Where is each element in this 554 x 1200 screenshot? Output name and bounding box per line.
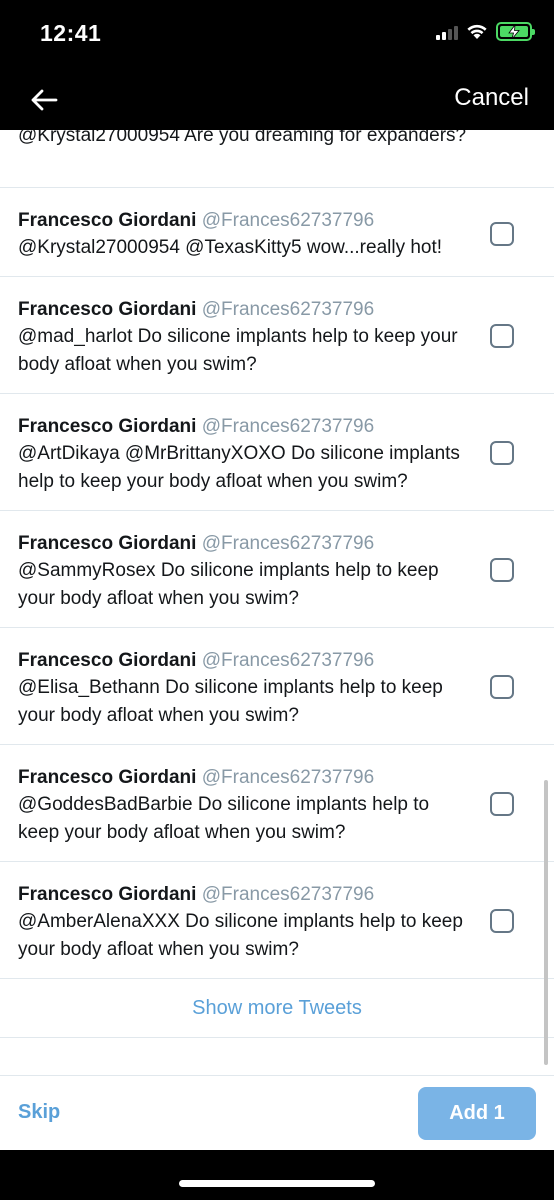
- author-name: Francesco Giordani: [18, 533, 197, 554]
- home-indicator[interactable]: [179, 1180, 375, 1187]
- tweet-item[interactable]: Francesco Giordani @Frances62737796 @Eli…: [0, 628, 554, 745]
- tweet-text: @Krystal27000954 Are you dreaming for ex…: [18, 130, 467, 146]
- author-handle: @Frances62737796: [201, 299, 375, 320]
- tweet-checkbox[interactable]: [490, 909, 514, 933]
- tweet-item[interactable]: Francesco Giordani @Frances62737796 @Kry…: [0, 188, 554, 277]
- tweet-text: @SammyRosex Do silicone implants help to…: [18, 560, 439, 609]
- tweet-item[interactable]: @Krystal27000954 Are you dreaming for ex…: [0, 130, 554, 188]
- tweet-item[interactable]: Francesco Giordani @Frances62737796 @Art…: [0, 394, 554, 511]
- tweet-text: @mad_harlot Do silicone implants help to…: [18, 326, 458, 375]
- tweet-list-container: @Krystal27000954 Are you dreaming for ex…: [0, 130, 554, 1075]
- status-bar: 12:41: [0, 0, 554, 70]
- author-handle: @Frances62737796: [201, 533, 375, 554]
- author-handle: @Frances62737796: [201, 416, 375, 437]
- author-handle: @Frances62737796: [201, 650, 375, 671]
- author-name: Francesco Giordani: [18, 767, 197, 788]
- tweet-item[interactable]: Francesco Giordani @Frances62737796 @Amb…: [0, 862, 554, 979]
- signal-icon: [436, 24, 458, 40]
- battery-charging-icon: [496, 22, 535, 41]
- tweet-list: @Krystal27000954 Are you dreaming for ex…: [0, 130, 554, 1038]
- tweet-text: @ArtDikaya @MrBrittanyXOXO Do silicone i…: [18, 443, 460, 492]
- author-name: Francesco Giordani: [18, 210, 197, 231]
- skip-button[interactable]: Skip: [18, 1101, 60, 1124]
- tweet-checkbox[interactable]: [490, 441, 514, 465]
- tweet-text: @GoddesBadBarbie Do silicone implants he…: [18, 794, 430, 843]
- tweet-item[interactable]: Francesco Giordani @Frances62737796 @mad…: [0, 277, 554, 394]
- cancel-button[interactable]: Cancel: [454, 84, 529, 112]
- author-handle: @Frances62737796: [201, 884, 375, 905]
- tweet-checkbox[interactable]: [490, 675, 514, 699]
- tweet-item[interactable]: Francesco Giordani @Frances62737796 @God…: [0, 745, 554, 862]
- arrow-left-icon: [31, 89, 58, 111]
- tweet-checkbox[interactable]: [490, 324, 514, 348]
- tweet-item[interactable]: Francesco Giordani @Frances62737796 @Sam…: [0, 511, 554, 628]
- show-more-tweets-link[interactable]: Show more Tweets: [0, 979, 554, 1038]
- wifi-icon: [467, 24, 487, 39]
- author-name: Francesco Giordani: [18, 650, 197, 671]
- author-handle: @Frances62737796: [201, 210, 375, 231]
- tweet-checkbox[interactable]: [490, 558, 514, 582]
- author-handle: @Frances62737796: [201, 767, 375, 788]
- tweet-text: @Krystal27000954 @TexasKitty5 wow...real…: [18, 237, 443, 258]
- scrollbar[interactable]: [544, 780, 548, 1065]
- add-button[interactable]: Add 1: [418, 1087, 536, 1140]
- tweet-checkbox[interactable]: [490, 222, 514, 246]
- home-area: [0, 1150, 554, 1200]
- status-icons: [436, 22, 535, 41]
- tweet-text: @Elisa_Bethann Do silicone implants help…: [18, 677, 443, 726]
- footer-bar: Skip Add 1: [0, 1075, 554, 1150]
- author-name: Francesco Giordani: [18, 884, 197, 905]
- author-name: Francesco Giordani: [18, 299, 197, 320]
- tweet-checkbox[interactable]: [490, 792, 514, 816]
- nav-bar: Cancel: [0, 70, 554, 130]
- back-button[interactable]: [24, 80, 64, 120]
- tweet-text: @AmberAlenaXXX Do silicone implants help…: [18, 911, 463, 960]
- status-time: 12:41: [40, 20, 102, 46]
- author-name: Francesco Giordani: [18, 416, 197, 437]
